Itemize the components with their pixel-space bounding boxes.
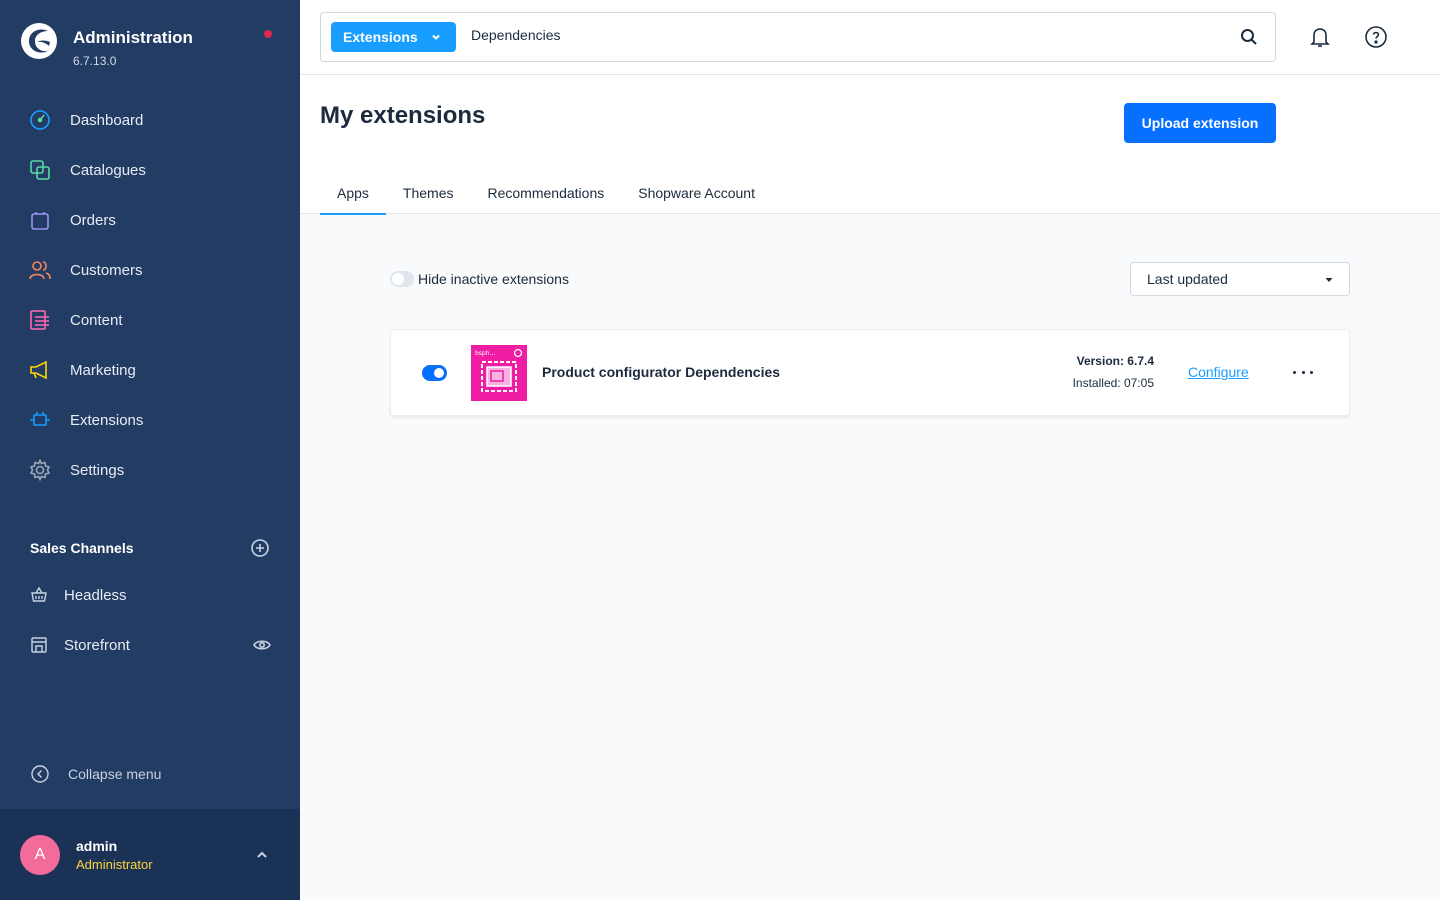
sidebar-item-label: Marketing [70,361,136,379]
app-title: Administration [73,28,193,47]
catalogues-icon [28,158,52,182]
sidebar-item-catalogues[interactable]: Catalogues [0,145,300,195]
extensions-icon [28,408,52,432]
main-nav: Dashboard Catalogues Orders Customers Co… [0,95,300,495]
global-search: Extensions [320,12,1276,62]
chevron-up-icon[interactable] [254,847,270,863]
shopware-logo-icon [21,23,57,59]
configure-link[interactable]: Configure [1188,364,1249,380]
extension-logo-icon: bsph... [471,345,527,401]
extension-version: Version: 6.7.4 [1076,354,1154,368]
user-name: admin [76,837,118,854]
sort-select-value: Last updated [1147,271,1228,287]
sidebar-item-label: Content [70,311,123,329]
top-bar: Extensions [300,0,1440,75]
sidebar-item-label: Settings [70,461,125,479]
user-info: admin Administrator [76,838,153,872]
sidebar: Administration 6.7.13.0 Dashboard Catalo… [0,0,300,900]
sales-channel-label: Headless [64,586,127,604]
sidebar-item-marketing[interactable]: Marketing [0,345,300,395]
search-input[interactable] [471,27,1171,43]
tabs: Apps Themes Recommendations Shopware Acc… [320,175,772,215]
sales-channels-title: Sales Channels [30,540,134,556]
page-header: My extensions Upload extension Apps Them… [300,75,1440,215]
sidebar-item-label: Extensions [70,411,144,429]
sales-channels-list: Headless Storefront [0,570,300,670]
sales-channels-header: Sales Channels [30,538,270,558]
more-options-icon[interactable] [1293,366,1313,378]
dashboard-icon [28,108,52,132]
extension-installed: Installed: 07:05 [1072,376,1154,390]
extension-active-toggle[interactable] [422,365,447,381]
sidebar-item-orders[interactable]: Orders [0,195,300,245]
storefront-icon [28,633,50,657]
sidebar-item-content[interactable]: Content [0,295,300,345]
sales-channel-label: Storefront [64,636,130,654]
brand[interactable]: Administration 6.7.13.0 [20,22,193,68]
sidebar-item-label: Customers [70,261,143,279]
avatar: A [20,834,60,875]
user-menu[interactable]: A admin Administrator [0,809,300,900]
sidebar-item-settings[interactable]: Settings [0,445,300,495]
orders-icon [28,208,52,232]
status-dot [264,30,272,38]
sidebar-item-customers[interactable]: Customers [0,245,300,295]
extension-logo: bsph... [471,345,527,401]
sidebar-item-label: Catalogues [70,161,146,179]
user-role: Administrator [76,856,153,872]
help-icon[interactable] [1364,25,1388,49]
search-type-dropdown[interactable]: Extensions [331,22,456,52]
app-version: 6.7.13.0 [73,54,117,68]
chevron-down-icon [1325,278,1333,282]
sort-select[interactable]: Last updated [1130,262,1350,296]
extension-name: Product configurator Dependencies [542,364,781,380]
collapse-menu-button[interactable]: Collapse menu [30,764,161,784]
extension-logo-text: bsph... [475,350,495,357]
collapse-menu-label: Collapse menu [68,766,162,782]
eye-icon[interactable] [252,635,272,655]
tab-shopware-account[interactable]: Shopware Account [621,175,772,214]
page-title: My extensions [320,102,486,129]
search-icon[interactable] [1239,27,1259,47]
collapse-icon [31,765,49,783]
tab-themes[interactable]: Themes [386,175,471,214]
content-icon [28,308,52,332]
upload-extension-button[interactable]: Upload extension [1124,103,1276,143]
add-sales-channel-icon[interactable] [250,538,270,558]
tab-apps[interactable]: Apps [320,175,386,215]
hide-inactive-toggle[interactable] [390,271,414,287]
sidebar-item-dashboard[interactable]: Dashboard [0,95,300,145]
sidebar-item-label: Orders [70,211,116,229]
filters-bar: Hide inactive extensions Last updated [390,262,1350,296]
sidebar-item-label: Dashboard [70,111,144,129]
extension-card: bsph... Product configurator Dependencie… [390,329,1350,416]
sidebar-item-extensions[interactable]: Extensions [0,395,300,445]
sales-channel-item-headless[interactable]: Headless [0,570,300,620]
basket-icon [28,583,50,607]
tab-recommendations[interactable]: Recommendations [471,175,622,214]
notifications-bell-icon[interactable] [1308,25,1332,49]
customers-icon [28,258,52,282]
hide-inactive-label: Hide inactive extensions [418,271,569,287]
search-type-label: Extensions [343,29,418,45]
marketing-icon [28,358,52,382]
settings-icon [28,458,52,482]
sales-channel-item-storefront[interactable]: Storefront [0,620,300,670]
chevron-down-icon [432,34,440,40]
